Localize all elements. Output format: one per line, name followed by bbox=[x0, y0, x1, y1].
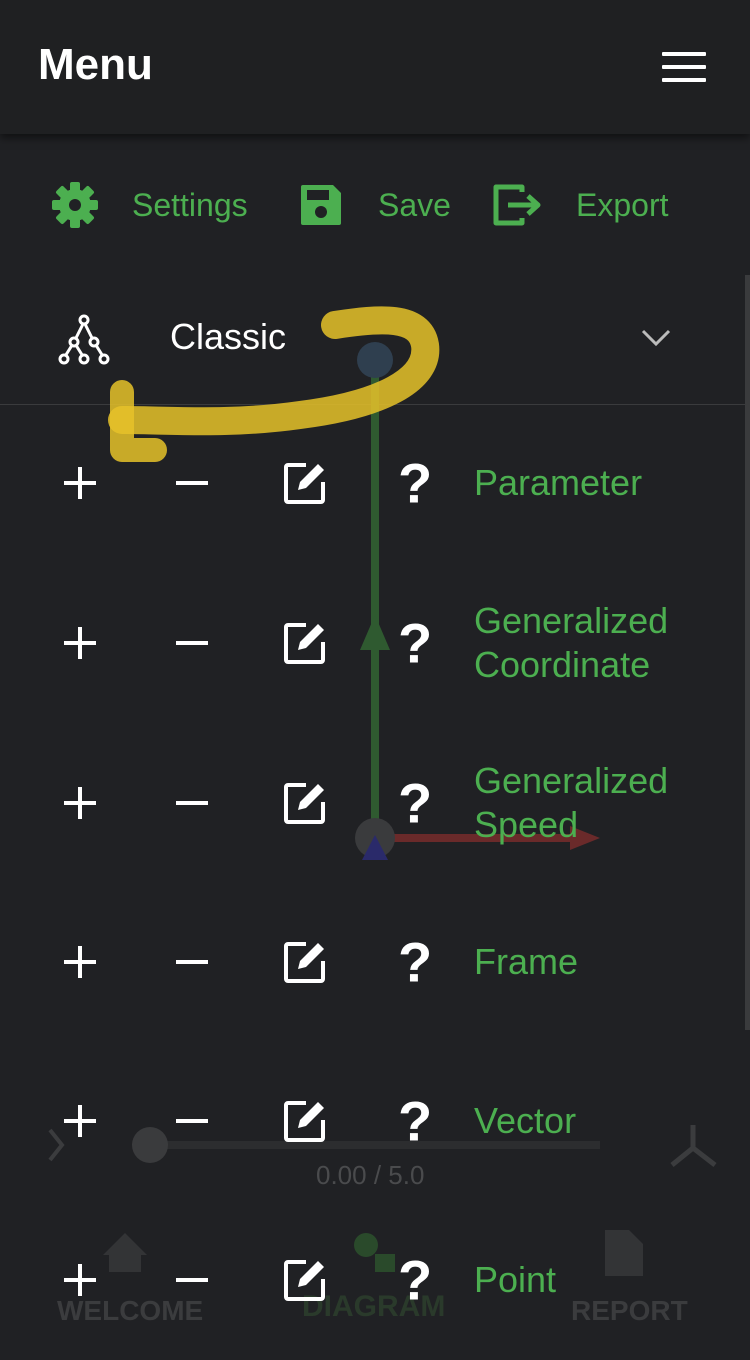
minus-icon[interactable] bbox=[174, 785, 210, 821]
item-label: Vector bbox=[474, 1100, 577, 1141]
list-item-generalized-coordinate: ? Generalized Coordinate bbox=[0, 563, 750, 723]
axis-top-point bbox=[357, 342, 393, 378]
minus-icon[interactable] bbox=[174, 944, 210, 980]
plus-icon[interactable] bbox=[62, 1262, 98, 1298]
item-label: Generalized Speed bbox=[474, 760, 669, 845]
list-item-parameter: ? Parameter bbox=[0, 403, 750, 563]
item-label: Frame bbox=[474, 941, 579, 982]
item-label: Point bbox=[474, 1259, 557, 1300]
plus-icon[interactable] bbox=[62, 465, 98, 501]
menu-header: Menu bbox=[0, 0, 750, 134]
edit-icon[interactable] bbox=[282, 1098, 328, 1144]
edit-icon[interactable] bbox=[282, 780, 328, 826]
list-item-point: ? Point bbox=[0, 1200, 750, 1360]
list-item-frame: ? Frame bbox=[0, 882, 750, 1042]
minus-icon[interactable] bbox=[174, 1103, 210, 1139]
list-item-generalized-speed: ? Generalized Speed bbox=[0, 723, 750, 883]
minus-icon[interactable] bbox=[174, 625, 210, 661]
edit-icon[interactable] bbox=[282, 460, 328, 506]
edit-icon[interactable] bbox=[282, 1257, 328, 1303]
help-icon[interactable]: ? bbox=[398, 930, 432, 995]
edit-icon[interactable] bbox=[282, 939, 328, 985]
list-item-vector: ? Vector bbox=[0, 1041, 750, 1201]
edit-icon[interactable] bbox=[282, 620, 328, 666]
help-icon[interactable]: ? bbox=[398, 1089, 432, 1154]
page-title: Menu bbox=[38, 40, 153, 89]
minus-icon[interactable] bbox=[174, 1262, 210, 1298]
item-label: Parameter bbox=[474, 462, 643, 503]
plus-icon[interactable] bbox=[62, 1103, 98, 1139]
help-icon[interactable]: ? bbox=[398, 771, 432, 836]
minus-icon[interactable] bbox=[174, 465, 210, 501]
help-icon[interactable]: ? bbox=[398, 611, 432, 676]
plus-icon[interactable] bbox=[62, 625, 98, 661]
help-icon[interactable]: ? bbox=[398, 451, 432, 516]
hamburger-menu-icon[interactable] bbox=[662, 52, 706, 84]
item-label: Generalized Coordinate bbox=[474, 600, 669, 685]
plus-icon[interactable] bbox=[62, 785, 98, 821]
plus-icon[interactable] bbox=[62, 944, 98, 980]
help-icon[interactable]: ? bbox=[398, 1248, 432, 1313]
